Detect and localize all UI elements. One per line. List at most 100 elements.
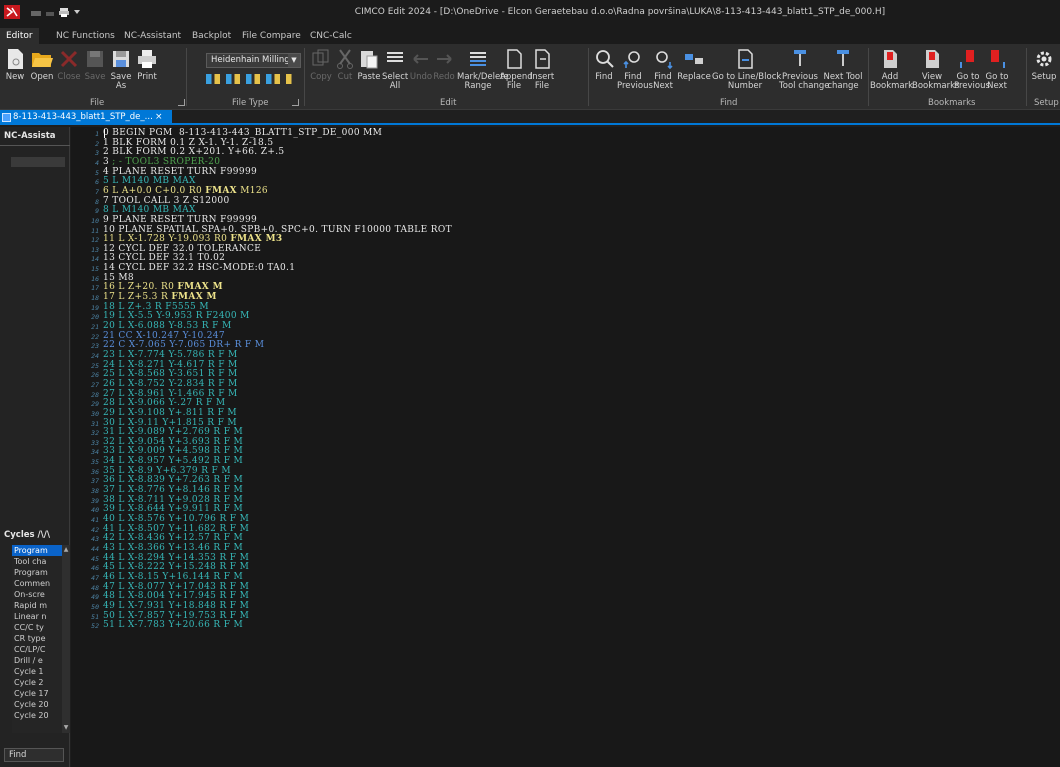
quick-save-icon[interactable] (44, 6, 56, 18)
tab-nc-assistant[interactable]: NC-Assistant (118, 28, 187, 44)
setup-button[interactable]: Setup (1030, 46, 1058, 96)
code-line[interactable]: 10 PLANE SPATIAL SPA+0. SPB+0. SPC+0. TU… (103, 225, 452, 235)
code-line[interactable]: 3 ; - TOOL3 SROPER-20 (103, 157, 220, 167)
code-line[interactable]: 7 TOOL CALL 3 Z S12000 (103, 196, 230, 206)
code-line[interactable]: 25 L X-8.568 Y-3.651 R F M (103, 370, 238, 379)
code-line[interactable]: 37 L X-8.776 Y+8.146 R F M (103, 486, 243, 495)
find-button[interactable]: Find (4, 748, 64, 762)
code-line[interactable]: 38 L X-8.711 Y+9.028 R F M (103, 495, 243, 505)
insert-spaces-icon[interactable] (246, 74, 260, 84)
renumber-icon[interactable] (206, 74, 220, 84)
quick-print-icon[interactable] (58, 6, 70, 18)
code-line[interactable]: 20 L X-6.088 Y-8.53 R F M (103, 322, 232, 331)
code-line[interactable]: 40 L X-8.576 Y+10.796 R F M (103, 515, 249, 524)
code-line[interactable]: 2 BLK FORM 0.2 X+201. Y+66. Z+.5 (103, 148, 285, 157)
paste-button[interactable]: Paste (357, 46, 381, 96)
code-line[interactable]: 32 L X-9.054 Y+3.693 R F M (103, 437, 243, 447)
code-line[interactable]: 28 L X-9.066 Y-.27 R F M (103, 399, 225, 408)
insert-file-button[interactable]: Insert File (529, 46, 555, 96)
code-line[interactable]: 29 L X-9.108 Y+.811 R F M (103, 408, 237, 418)
mark-delete-range-button[interactable]: Mark/Delete Range (457, 46, 509, 96)
tab-backplot[interactable]: Backplot (186, 28, 237, 44)
tab-editor[interactable]: Editor (0, 28, 39, 44)
next-tool-change-button[interactable]: Next Tool change (823, 46, 863, 96)
save-as-button[interactable]: Save As (108, 46, 134, 96)
code-line[interactable]: 21 CC X-10.247 Y-10.247 (103, 331, 225, 341)
file-type-select[interactable]: Heidenhain Milling ▼ (206, 53, 301, 68)
code-line[interactable]: 39 L X-8.644 Y+9.911 R F M (103, 505, 243, 514)
new-button[interactable]: New (2, 46, 28, 96)
code-line[interactable]: 50 L X-7.857 Y+19.753 R F M (103, 611, 249, 621)
find-previous-button[interactable]: Find Previous (617, 46, 653, 96)
scroll-down-icon[interactable]: ▼ (62, 724, 70, 732)
open-button[interactable]: Open (28, 46, 56, 96)
save-button[interactable]: Save (82, 46, 108, 96)
code-line[interactable]: 24 L X-8.271 Y-4.617 R F M (103, 360, 238, 370)
code-line[interactable]: 23 L X-7.774 Y-5.786 R F M (103, 350, 238, 360)
close-button[interactable]: Close (56, 46, 82, 96)
code-line[interactable]: 5 L M140 MB MAX (103, 177, 196, 186)
code-line[interactable]: 43 L X-8.366 Y+13.46 R F M (103, 543, 243, 553)
code-line[interactable]: 44 L X-8.294 Y+14.353 R F M (103, 553, 249, 563)
cycles-scrollbar[interactable]: ▲ ▼ (62, 545, 70, 733)
file-type-group-launcher-icon[interactable] (292, 99, 299, 106)
code-line[interactable]: 51 L X-7.783 Y+20.66 R F M (103, 621, 243, 630)
code-line[interactable]: 12 CYCL DEF 32.0 TOLERANCE (103, 244, 261, 254)
code-line[interactable]: 42 L X-8.436 Y+12.57 R F M (103, 534, 243, 543)
remove-numbers-icon[interactable] (226, 74, 240, 84)
print-button[interactable]: Print (134, 46, 160, 96)
goto-previous-bookmark-button[interactable]: Go to Previous (954, 46, 990, 96)
code-line[interactable]: 13 CYCL DEF 32.1 T0.02 (103, 254, 225, 263)
code-line[interactable]: 4 PLANE RESET TURN F99999 (103, 167, 257, 177)
code-line[interactable]: 34 L X-8.957 Y+5.492 R F M (103, 457, 243, 466)
document-tab[interactable]: 8-113-413-443_blatt1_STP_de_... × (0, 110, 172, 125)
code-editor[interactable]: 1 2 3 4 5 6 7 8 9 10 11 12 13 14 15 16 17 18 19 20 21 22 23 24 2… (71, 127, 1060, 767)
code-line[interactable]: 6 L A+0.0 C+0.0 R0 FMAX M126 (103, 186, 268, 196)
select-all-button[interactable]: Select All (382, 46, 408, 96)
code-line[interactable]: 31 L X-9.089 Y+2.769 R F M (103, 428, 243, 437)
code-line[interactable]: 18 L Z+.3 R F5555 M (103, 302, 209, 312)
code-line[interactable]: 9 PLANE RESET TURN F99999 (103, 215, 257, 225)
code-line[interactable]: 45 L X-8.222 Y+15.248 R F M (103, 563, 249, 572)
cut-button[interactable]: Cut (334, 46, 356, 96)
copy-button[interactable]: Copy (310, 46, 332, 96)
format-icon[interactable] (286, 74, 300, 84)
replace-button[interactable]: Replace (677, 46, 711, 96)
code-line[interactable]: 8 L M140 MB MAX (103, 206, 196, 215)
code-line[interactable]: 46 L X-8.15 Y+16.144 R F M (103, 572, 243, 582)
file-group-launcher-icon[interactable] (178, 99, 185, 106)
code-line[interactable]: 27 L X-8.961 Y-1.466 R F M (103, 389, 238, 399)
goto-line-button[interactable]: Go to Line/Block Number (712, 46, 781, 96)
code-line[interactable]: 30 L X-9.11 Y+1.815 R F M (103, 418, 237, 428)
tab-file-compare[interactable]: File Compare (236, 28, 307, 44)
cycles-list[interactable]: Program Tool cha Program Commen On-scre Rapid… (12, 545, 70, 733)
code-line[interactable]: 33 L X-9.009 Y+4.598 R F M (103, 447, 243, 456)
code-line[interactable]: 41 L X-8.507 Y+11.682 R F M (103, 524, 249, 534)
code-line[interactable]: 1 BLK FORM 0.1 Z X-1. Y-1. Z-18.5 (103, 138, 273, 148)
find-ribbon-button[interactable]: Find (592, 46, 616, 96)
code-line[interactable]: 49 L X-7.931 Y+18.848 R F M (103, 601, 249, 611)
code-line[interactable]: 14 CYCL DEF 32.2 HSC-MODE:0 TA0.1 (103, 264, 295, 273)
code-line[interactable]: 48 L X-8.004 Y+17.945 R F M (103, 592, 249, 601)
view-bookmarks-button[interactable]: View Bookmarks (912, 46, 960, 96)
code-lines[interactable]: 0 BEGIN PGM 8-113-413-443_BLATT1_STP_DE_… (103, 127, 1053, 767)
code-line[interactable]: 26 L X-8.752 Y-2.834 R F M (103, 379, 238, 389)
code-line[interactable]: 36 L X-8.839 Y+7.263 R F M (103, 476, 243, 485)
code-line[interactable]: 35 L X-8.9 Y+6.379 R F M (103, 466, 231, 476)
remove-spaces-icon[interactable] (266, 74, 280, 84)
undo-button[interactable]: Undo (409, 46, 433, 96)
redo-button[interactable]: Redo (433, 46, 455, 96)
code-line[interactable]: 17 L Z+5.3 R FMAX M (103, 293, 217, 302)
code-line[interactable]: 16 L Z+20. R0 FMAX M (103, 283, 223, 292)
quick-access-dropdown-icon[interactable] (71, 6, 83, 18)
tab-nc-functions[interactable]: NC Functions (50, 28, 121, 44)
nc-assistant-field[interactable] (11, 157, 65, 167)
code-line[interactable]: 0 BEGIN PGM 8-113-413-443_BLATT1_STP_DE_… (103, 129, 382, 138)
code-line[interactable]: 11 L X-1.728 Y-19.093 R0 FMAX M3 (103, 235, 283, 244)
tab-cnc-calc[interactable]: CNC-Calc (304, 28, 358, 44)
quick-open-icon[interactable] (30, 6, 42, 18)
goto-next-bookmark-button[interactable]: Go to Next (983, 46, 1011, 96)
code-line[interactable]: 15 M8 (103, 273, 134, 283)
close-icon[interactable]: × (155, 110, 163, 125)
append-file-button[interactable]: Append File (500, 46, 533, 96)
